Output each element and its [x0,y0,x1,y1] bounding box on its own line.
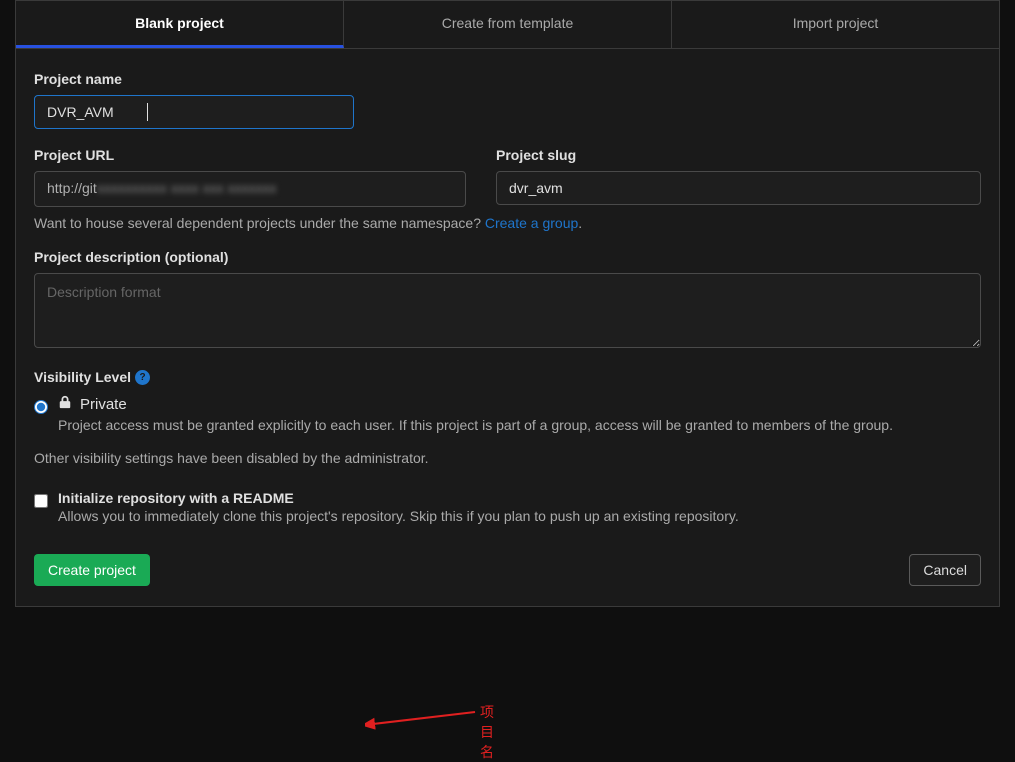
namespace-helper-text: Want to house several dependent projects… [34,215,981,231]
tab-import-project[interactable]: Import project [672,1,999,48]
private-option-title: Private [80,396,127,413]
text-cursor [147,103,148,121]
annotation-label: 项目名 [480,702,494,762]
readme-option-title: Initialize repository with a README [58,490,981,506]
tab-create-from-template[interactable]: Create from template [344,1,672,48]
create-group-link[interactable]: Create a group [485,215,578,231]
annotation-arrow-icon [365,700,480,735]
lock-icon [58,395,72,413]
project-slug-input[interactable] [496,171,981,205]
project-description-input[interactable] [34,273,981,348]
help-icon[interactable]: ? [135,370,150,385]
new-project-panel: Blank project Create from template Impor… [15,0,1000,607]
private-option-description: Project access must be granted explicitl… [58,415,981,436]
url-blurred-segment: xxxxxxxxxx xxxx xxx xxxxxxx [97,180,277,196]
project-name-label: Project name [34,71,981,87]
project-name-input[interactable] [34,95,354,129]
project-type-tabs: Blank project Create from template Impor… [16,1,999,49]
cancel-button[interactable]: Cancel [909,554,981,586]
create-project-button[interactable]: Create project [34,554,150,586]
url-prefix-text: http://git [47,180,97,196]
initialize-readme-checkbox[interactable] [34,494,48,508]
visibility-disabled-note: Other visibility settings have been disa… [34,450,981,466]
project-url-label: Project URL [34,147,466,163]
project-url-display[interactable]: http://gitxxxxxxxxxx xxxx xxx xxxxxxx [34,171,466,207]
project-description-label: Project description (optional) [34,249,981,265]
visibility-private-radio[interactable] [34,400,48,414]
visibility-level-label: Visibility Level [34,369,131,385]
project-slug-label: Project slug [496,147,981,163]
readme-option-description: Allows you to immediately clone this pro… [58,508,981,524]
form-body: Project name Project URL http://gitxxxxx… [16,49,999,606]
tab-blank-project[interactable]: Blank project [16,1,344,48]
